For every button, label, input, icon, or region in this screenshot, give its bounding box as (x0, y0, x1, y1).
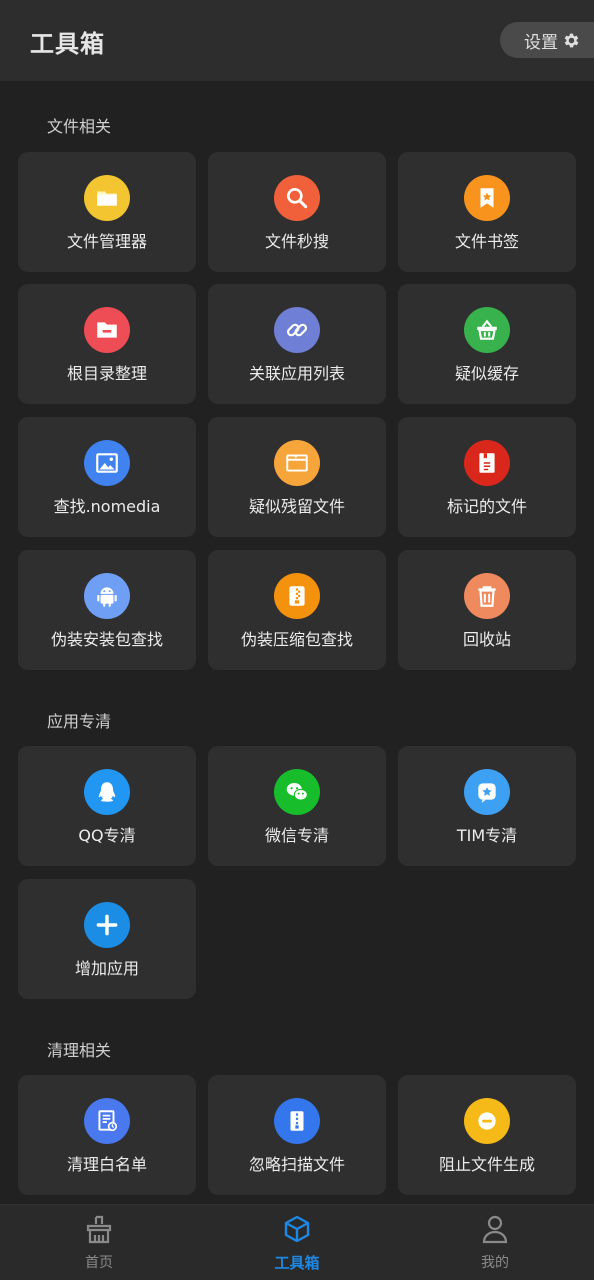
wechat-icon (274, 769, 320, 815)
zip-file-icon (274, 1098, 320, 1144)
nav-home[interactable]: 首页 (0, 1205, 198, 1280)
toolbox-content[interactable]: 文件相关 文件管理器 文件秒搜 文件书签 根目录整理 关联应用列表 疑似缓存 查… (0, 81, 594, 1204)
nav-mine[interactable]: 我的 (396, 1205, 594, 1280)
card-label: 回收站 (462, 630, 511, 649)
broom-icon (86, 1215, 112, 1244)
nav-label: 首页 (85, 1255, 113, 1271)
nav-toolbox[interactable]: 工具箱 (198, 1205, 396, 1280)
card-label: 文件书签 (454, 232, 519, 251)
card-tim-clean[interactable]: TIM专清 (398, 746, 576, 866)
app-header: 工具箱 设置 (0, 0, 594, 81)
window-icon (274, 440, 320, 486)
card-fake-archive-search[interactable]: 伪装压缩包查找 (208, 550, 386, 670)
page-title: 工具箱 (30, 30, 105, 58)
box-icon (284, 1215, 310, 1243)
card-file-manager[interactable]: 文件管理器 (18, 152, 196, 272)
magnifier-icon (274, 175, 320, 221)
card-label: 伪装安装包查找 (50, 630, 163, 649)
card-associated-apps[interactable]: 关联应用列表 (208, 284, 386, 404)
bookmark-icon (464, 175, 510, 221)
card-label: 关联应用列表 (248, 364, 345, 383)
section-title-cleanup: 清理相关 (47, 1041, 112, 1060)
folder-minus-icon (84, 307, 130, 353)
settings-button[interactable]: 设置 (500, 22, 594, 58)
card-block-file-generation[interactable]: 阻止文件生成 (398, 1075, 576, 1195)
card-label: 文件秒搜 (264, 232, 329, 251)
card-fake-apk-search[interactable]: 伪装安装包查找 (18, 550, 196, 670)
card-suspected-residual[interactable]: 疑似残留文件 (208, 417, 386, 537)
android-icon (84, 573, 130, 619)
card-file-bookmark[interactable]: 文件书签 (398, 152, 576, 272)
card-label: 疑似残留文件 (248, 497, 345, 516)
card-label: 文件管理器 (66, 232, 147, 251)
card-add-app[interactable]: 增加应用 (18, 879, 196, 999)
zip-icon (274, 573, 320, 619)
section-title-files: 文件相关 (47, 117, 112, 136)
nav-label: 我的 (481, 1255, 509, 1271)
card-label: 疑似缓存 (454, 364, 519, 383)
card-label: 伪装压缩包查找 (240, 630, 353, 649)
trash-icon (464, 573, 510, 619)
card-label: 阻止文件生成 (438, 1155, 535, 1174)
document-mark-icon (464, 440, 510, 486)
card-label: 清理白名单 (66, 1155, 147, 1174)
card-find-nomedia[interactable]: 查找.nomedia (18, 417, 196, 537)
bottom-navigation: 首页 工具箱 我的 (0, 1204, 594, 1280)
image-icon (84, 440, 130, 486)
card-root-organize[interactable]: 根目录整理 (18, 284, 196, 404)
card-qq-clean[interactable]: QQ专清 (18, 746, 196, 866)
card-wechat-clean[interactable]: 微信专清 (208, 746, 386, 866)
section-title-apps: 应用专清 (47, 712, 112, 731)
card-marked-files[interactable]: 标记的文件 (398, 417, 576, 537)
block-icon (464, 1098, 510, 1144)
whitelist-icon (84, 1098, 130, 1144)
link-icon (274, 307, 320, 353)
card-suspected-cache[interactable]: 疑似缓存 (398, 284, 576, 404)
card-label: QQ专清 (78, 826, 136, 845)
card-label: 增加应用 (74, 959, 139, 978)
card-label: 忽略扫描文件 (248, 1155, 345, 1174)
card-clean-whitelist[interactable]: 清理白名单 (18, 1075, 196, 1195)
gear-icon (564, 33, 579, 47)
card-label: 根目录整理 (66, 364, 147, 383)
card-label: 标记的文件 (446, 497, 527, 516)
nav-label: 工具箱 (274, 1254, 320, 1272)
card-label: 微信专清 (264, 826, 329, 845)
folder-icon (84, 175, 130, 221)
settings-label: 设置 (524, 32, 558, 53)
person-icon (482, 1215, 508, 1244)
card-label: 查找.nomedia (53, 497, 161, 516)
card-recycle-bin[interactable]: 回收站 (398, 550, 576, 670)
basket-icon (464, 307, 510, 353)
card-label: TIM专清 (456, 826, 518, 845)
plus-icon (84, 902, 130, 948)
tim-icon (464, 769, 510, 815)
card-ignore-scan-files[interactable]: 忽略扫描文件 (208, 1075, 386, 1195)
qq-icon (84, 769, 130, 815)
card-file-quick-search[interactable]: 文件秒搜 (208, 152, 386, 272)
